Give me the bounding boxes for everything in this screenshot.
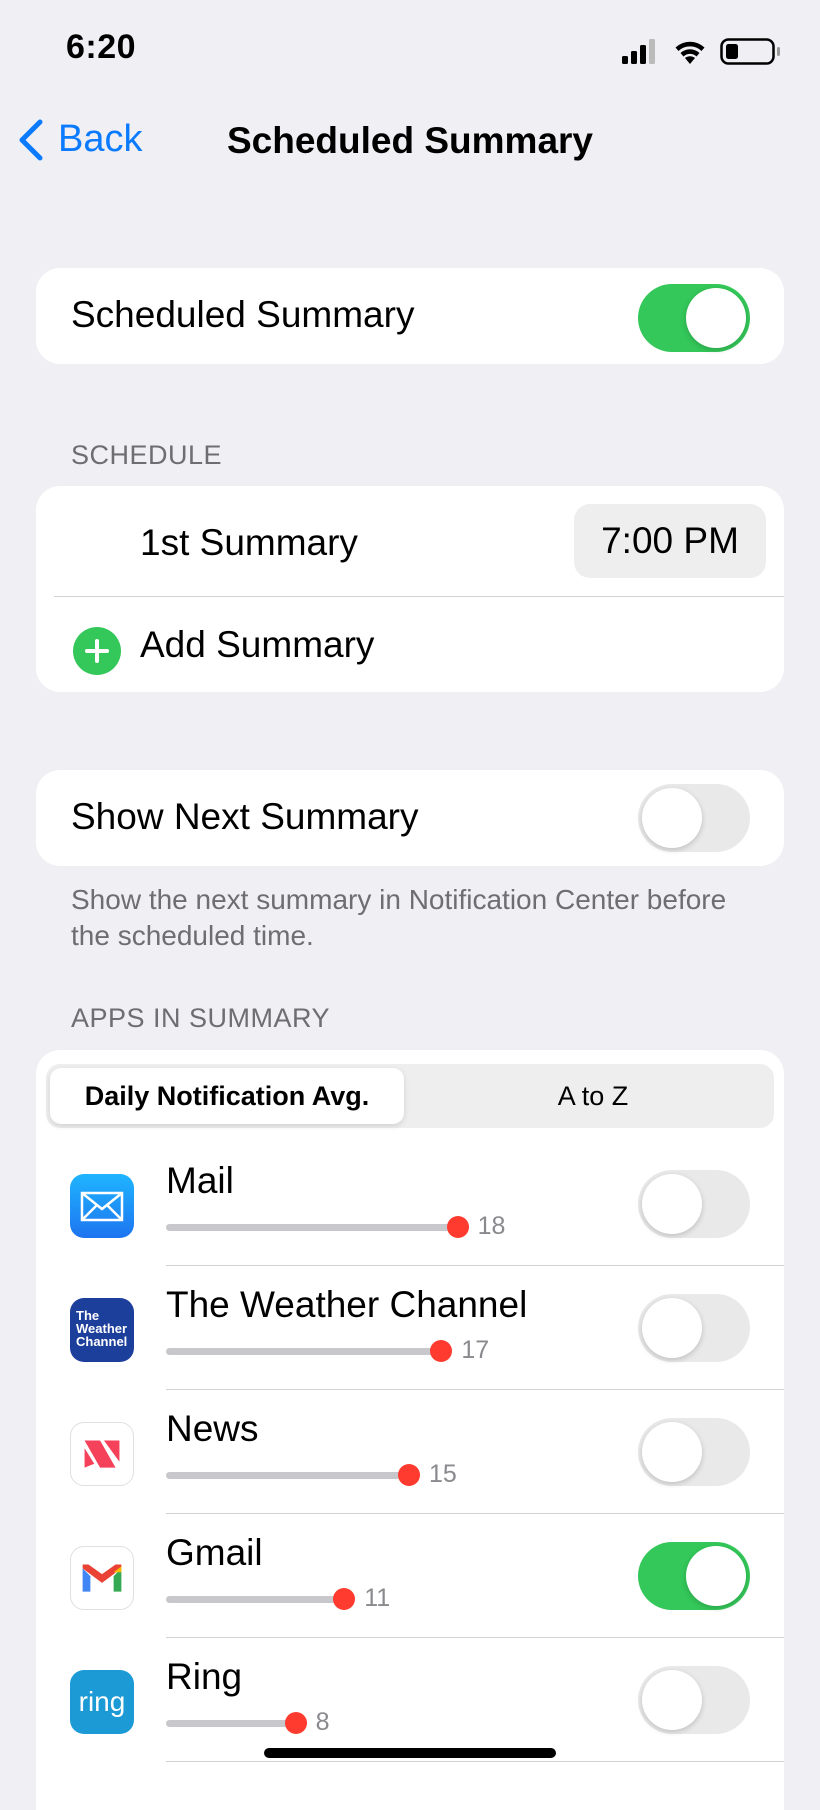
notification-avg-value: 8: [315, 1708, 330, 1736]
notification-avg-value: 18: [477, 1212, 506, 1240]
status-icons: [620, 36, 790, 66]
weather-channel-icon: The Weather Channel: [70, 1298, 134, 1362]
app-toggle[interactable]: [638, 1170, 750, 1238]
apps-section-header: APPS IN SUMMARY: [71, 1003, 331, 1033]
schedule-card: 1st Summary 7:00 PM Add Summary: [36, 486, 784, 692]
notification-avg-value: 11: [364, 1584, 391, 1612]
notification-avg-bar: [166, 1596, 345, 1603]
gmail-icon: [70, 1546, 134, 1610]
app-row-gmail: Gmail 11: [36, 1514, 784, 1638]
scheduled-summary-card: Scheduled Summary: [36, 268, 784, 364]
notification-avg-marker: [284, 1712, 307, 1734]
notification-avg-marker: [333, 1588, 356, 1610]
show-next-summary-footnote: Show the next summary in Notification Ce…: [71, 884, 727, 951]
page-title: Scheduled Summary: [226, 120, 593, 161]
app-toggle[interactable]: [638, 1666, 750, 1734]
notification-avg-bar: [166, 1472, 409, 1479]
app-toggle[interactable]: [638, 1542, 750, 1610]
ring-icon: ring: [70, 1670, 134, 1734]
app-name: The Weather Channel: [166, 1284, 528, 1325]
schedule-section-header: SCHEDULE: [71, 440, 223, 470]
notification-avg-marker: [446, 1216, 469, 1238]
notification-avg-marker: [430, 1340, 453, 1362]
notification-avg-marker: [398, 1464, 420, 1486]
app-toggle[interactable]: [638, 1418, 750, 1486]
app-row-ring: ring Ring 8: [36, 1638, 784, 1762]
sort-segmented-control: Daily Notification Avg. A to Z: [46, 1064, 774, 1128]
divider: [54, 596, 784, 597]
app-name: Gmail: [166, 1532, 263, 1573]
home-indicator: [264, 1748, 556, 1758]
app-name: Ring: [166, 1656, 243, 1697]
wifi-icon: [675, 41, 705, 64]
status-time: 6:20: [66, 28, 137, 66]
scheduled-summary-label: Scheduled Summary: [71, 294, 415, 335]
add-circle-icon[interactable]: [73, 627, 121, 675]
notification-avg-bar: [166, 1720, 296, 1727]
segment-daily-avg[interactable]: Daily Notification Avg.: [50, 1068, 404, 1124]
show-next-summary-label: Show Next Summary: [71, 796, 419, 837]
apps-card: Daily Notification Avg. A to Z Mail 18 T…: [36, 1050, 784, 1810]
first-summary-label: 1st Summary: [140, 522, 358, 563]
divider: [166, 1761, 784, 1762]
app-name: News: [166, 1408, 259, 1449]
add-summary-button[interactable]: Add Summary: [140, 624, 374, 666]
segment-a-to-z[interactable]: A to Z: [416, 1068, 770, 1124]
notification-avg-value: 15: [429, 1460, 457, 1488]
app-row-weather-channel: The Weather Channel The Weather Channel …: [36, 1266, 784, 1390]
battery-icon: [720, 38, 780, 65]
scheduled-summary-toggle[interactable]: [638, 284, 750, 352]
app-name: Mail: [166, 1160, 234, 1201]
app-row-news: News 15: [36, 1390, 784, 1514]
news-icon: [70, 1422, 134, 1486]
mail-icon: [70, 1174, 134, 1238]
notification-avg-bar: [166, 1224, 458, 1231]
cellular-signal-icon: [622, 39, 655, 64]
notification-avg-bar: [166, 1348, 442, 1355]
first-summary-time-button[interactable]: 7:00 PM: [574, 504, 766, 578]
show-next-summary-toggle[interactable]: [638, 784, 750, 852]
notification-avg-value: 17: [461, 1336, 490, 1364]
show-next-summary-card: Show Next Summary: [36, 770, 784, 866]
app-toggle[interactable]: [638, 1294, 750, 1362]
app-row-mail: Mail 18: [36, 1142, 784, 1266]
